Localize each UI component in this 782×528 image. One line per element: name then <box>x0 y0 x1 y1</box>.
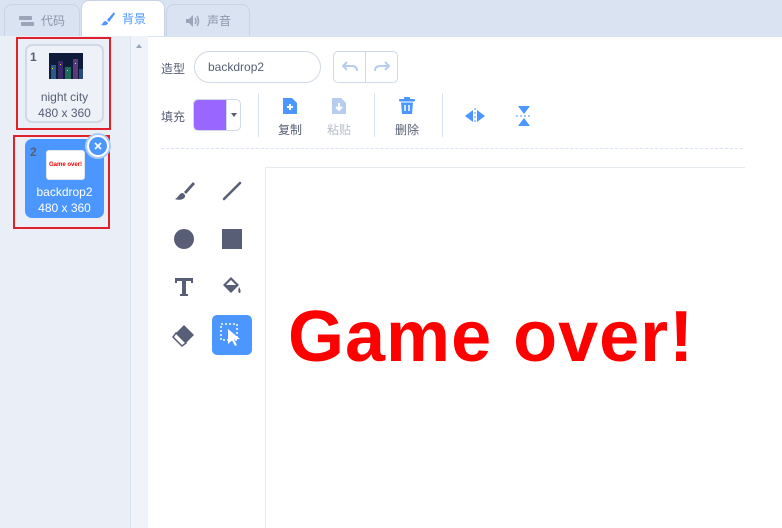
costume-name-input[interactable]: backdrop2 <box>194 51 321 83</box>
circle-tool-icon <box>174 229 194 249</box>
toolbar-divider <box>374 93 375 137</box>
tab-backdrops-label: 背景 <box>121 12 146 26</box>
redo-icon <box>373 61 390 72</box>
redo-button[interactable] <box>366 52 397 82</box>
delete-button[interactable]: 删除 <box>385 95 429 138</box>
copy-button[interactable]: 复制 <box>268 95 312 138</box>
fill-label: 填充 <box>161 110 186 124</box>
flip-vertical-button[interactable] <box>502 95 546 137</box>
rectangle-tool[interactable] <box>212 219 252 259</box>
chevron-down-icon <box>230 113 237 117</box>
trash-icon <box>399 97 415 114</box>
highlight-box <box>16 37 111 130</box>
canvas-text-game-over[interactable]: Game over! <box>288 296 694 378</box>
toolbar-separator <box>161 148 743 149</box>
text-tool-icon <box>175 278 193 296</box>
line-tool[interactable] <box>212 171 252 211</box>
undo-redo-group <box>333 51 398 83</box>
paint-bucket-icon <box>223 277 241 293</box>
code-icon <box>18 15 34 26</box>
paste-label: 粘贴 <box>326 123 351 137</box>
delete-label: 删除 <box>394 123 419 137</box>
fill-dropdown <box>226 100 240 130</box>
costume-list: 1 night city 480 x 360 2 Game over! back… <box>0 36 131 528</box>
eraser-tool[interactable] <box>164 315 204 355</box>
fill-color-swatch <box>194 100 226 130</box>
paint-editor: 造型 backdrop2 填充 复制 粘贴 删除 Game over! <box>148 36 782 528</box>
circle-tool[interactable] <box>164 219 204 259</box>
text-tool[interactable] <box>164 267 204 307</box>
close-icon <box>94 142 102 150</box>
flip-vertical-icon <box>516 106 532 126</box>
tab-sounds[interactable]: 声音 <box>166 4 250 36</box>
line-tool-icon <box>222 181 242 201</box>
fill-color-picker[interactable] <box>193 99 241 131</box>
paste-button[interactable]: 粘贴 <box>317 95 361 138</box>
brush-tool[interactable] <box>164 171 204 211</box>
flip-horizontal-button[interactable] <box>453 95 497 137</box>
brush-icon <box>100 11 115 25</box>
editor-tabbar: 代码 背景 声音 <box>0 0 782 36</box>
undo-icon <box>341 61 358 72</box>
copy-icon <box>283 98 297 114</box>
paste-icon <box>332 98 346 114</box>
flip-horizontal-icon <box>465 108 485 124</box>
tab-code[interactable]: 代码 <box>4 4 80 36</box>
toolbar-divider <box>442 93 443 137</box>
tab-code-label: 代码 <box>40 14 65 28</box>
costume-list-scrollbar[interactable] <box>131 36 148 528</box>
speaker-icon <box>185 14 200 27</box>
copy-label: 复制 <box>277 123 302 137</box>
toolbar-divider <box>258 93 259 137</box>
rectangle-tool-icon <box>222 229 242 249</box>
select-icon <box>220 323 240 346</box>
tab-sounds-label: 声音 <box>206 14 231 28</box>
select-tool[interactable] <box>212 315 252 355</box>
eraser-icon <box>172 325 194 347</box>
fill-tool[interactable] <box>212 267 252 307</box>
tab-backdrops[interactable]: 背景 <box>81 0 165 36</box>
scroll-up-icon <box>136 44 142 48</box>
paint-canvas[interactable]: Game over! <box>265 167 745 528</box>
undo-button[interactable] <box>334 52 366 82</box>
brush-tool-icon <box>175 182 195 200</box>
delete-costume-button[interactable] <box>87 135 109 157</box>
costume-name-label: 造型 <box>161 62 186 76</box>
